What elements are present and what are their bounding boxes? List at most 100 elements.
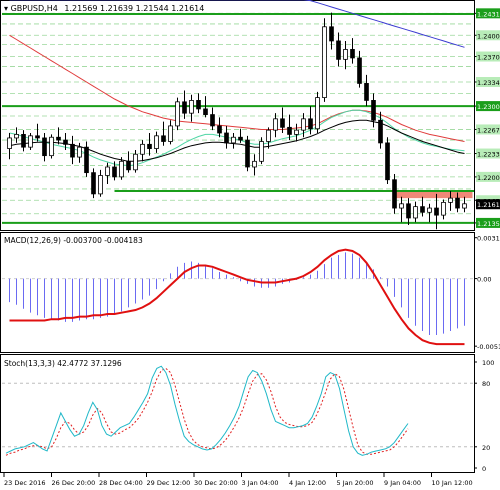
candle-body [196,100,201,110]
price-tick-label: 1.24000 [477,32,500,40]
candle-body [56,136,61,141]
candle-body [392,179,397,209]
candle-body [161,135,166,142]
candle-body [77,146,82,158]
time-tick-label: 28 Dec 04:00 [99,479,143,487]
macd-signal-line [9,248,465,346]
candle-body [322,26,327,98]
price-tick-label: 1.23000 [477,103,500,111]
candle-body [154,135,159,149]
candle-body [294,129,299,135]
candle-body [70,143,75,158]
candle-body [378,119,383,144]
chart-header: ▾ GBPUSD,H4 1.21569 1.21639 1.21544 1.21… [4,4,204,13]
candle-body [420,206,425,213]
candle-body [406,203,411,219]
symbol-label: GBPUSD,H4 [11,4,58,13]
moving-averages [9,0,465,167]
candle-body [147,143,152,149]
stoch-panel-frame [0,354,475,473]
time-tick-label: 10 Jan 12:00 [432,479,473,487]
macd-panel-frame [0,232,475,353]
candle-body [133,153,138,171]
time-tick-label: 9 Jan 04:00 [384,479,421,487]
candle-body [35,135,40,139]
candle-body [217,125,222,134]
candle-body [245,139,250,168]
candle-body [98,175,103,195]
ohlc-label: 1.21569 1.21639 1.21544 1.21614 [64,4,204,13]
candle-body [224,132,229,144]
chart-canvas[interactable]: 1.24310 1.24000 1.23700 1.23340 1.23000 1.226… [0,0,500,490]
candle-body [238,136,243,141]
stoch-panel: 100 80 20 0 [2,359,494,473]
candle-body [336,40,341,60]
candle-body [168,125,173,142]
candle-body [119,160,124,178]
chart-window: 1.24310 1.24000 1.23700 1.23340 1.23000 1.226… [0,0,500,490]
price-tick-label: 1.21350 [477,220,500,228]
candle-body [441,201,446,216]
time-axis: 23 Dec 2016 26 Dec 20:00 28 Dec 04:00 29 De… [3,473,473,487]
horizontal-levels [2,13,474,224]
candle-body [329,26,334,42]
current-price-label: 1.21614 [477,201,500,209]
time-tick-label: 26 Dec 20:00 [52,479,96,487]
candle-body [385,142,390,181]
candle-body [175,101,180,127]
candle-body [413,206,418,219]
candle-body [63,139,68,145]
candle-body [315,97,320,130]
stoch-tick-label: 80 [482,380,490,388]
time-tick-label: 4 Jan 12:00 [289,479,326,487]
resistance-zone-rect [392,191,473,199]
candle-body [203,108,208,115]
candle-body [266,129,271,142]
time-tick-label: 30 Dec 20:00 [194,479,238,487]
candle-body [49,136,54,157]
price-tick-label: 1.22000 [477,174,500,182]
stoch-tick-label: 0 [482,465,486,473]
candle-body [140,143,145,155]
candle-body [462,203,467,209]
macd-tick-label: 0.003118 [477,235,500,243]
candle-body [105,166,110,176]
candle-body [287,126,292,135]
candle-body [21,134,26,148]
stoch-title: Stoch(13,3,3) 42.4772 37.1296 [4,359,122,368]
candle-body [7,137,12,149]
stoch-signal-line [5,367,409,456]
candle-body [273,118,278,131]
price-tick-label: 1.23340 [477,79,500,87]
macd-title: MACD(12,26,9) -0.003700 -0.004183 [4,236,143,245]
candle-body [91,172,96,195]
candle-body [252,160,257,168]
time-tick-label: 3 Jan 04:00 [242,479,279,487]
candle-body [84,146,89,174]
price-axis: 1.24310 1.24000 1.23700 1.23340 1.23000 1.226… [474,8,500,228]
candle-body [364,83,369,101]
price-tick-label: 1.22330 [477,151,500,159]
candle-body [350,49,355,59]
stoch-tick-label: 100 [482,359,494,367]
triangle-icon: ▾ [4,4,8,13]
stoch-main-line [5,365,409,456]
ma-slow-line [9,34,465,142]
candle-body [455,197,460,209]
candle-body [182,101,187,114]
candle-body [434,207,439,216]
candle-body [357,57,362,84]
candle-body [399,203,404,209]
candle-body [259,141,264,162]
time-tick-label: 29 Dec 12:00 [147,479,191,487]
candle-body [343,49,348,60]
candle-body [448,197,453,203]
macd-tick-label: 0.00 [477,276,491,284]
time-tick-label: 5 Jan 20:00 [337,479,374,487]
price-tick-label: 1.22670 [477,126,500,134]
candle-body [280,118,285,128]
candle-body [427,207,432,213]
svg-text:▾ GBPUSD,H4 1.: ▾ GBPUSD,H4 1.21569 1.21639 1.21544 1.21… [4,4,204,13]
candle-body [210,114,215,127]
candle-body [231,136,236,144]
